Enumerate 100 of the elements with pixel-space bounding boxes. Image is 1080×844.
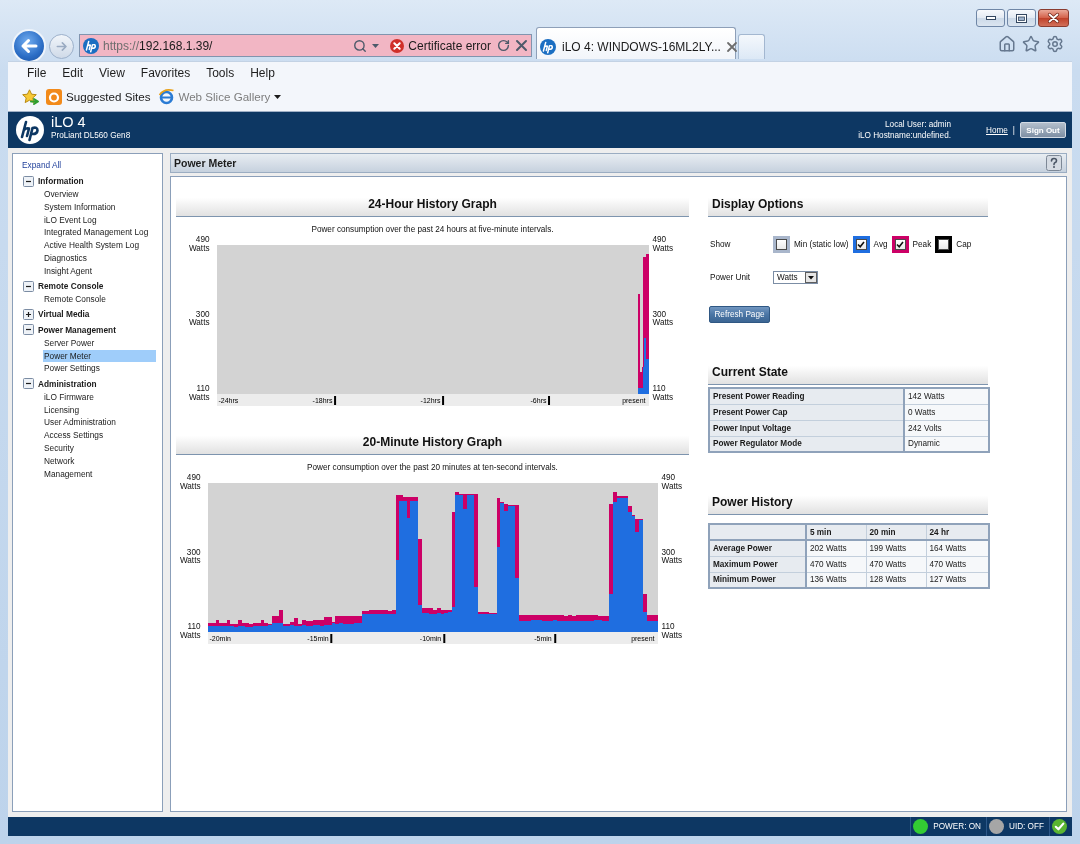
nav-item[interactable]: Access Settings: [43, 429, 156, 442]
check-icon: [896, 241, 905, 248]
nav-item[interactable]: Power Settings: [43, 362, 156, 376]
menu-item[interactable]: File: [19, 63, 55, 82]
star-icon[interactable]: [1022, 35, 1040, 53]
y-axis-label: 300 Watts: [652, 310, 675, 329]
nav-item[interactable]: Overview: [43, 188, 156, 201]
logo-icon: [16, 116, 44, 144]
close-icon[interactable]: [726, 41, 737, 52]
nav-item[interactable]: Diagnostics: [43, 252, 156, 265]
option-label: Peak: [912, 239, 932, 250]
maximize-button[interactable]: [1007, 9, 1036, 27]
check-icon: [857, 241, 866, 248]
minus-icon[interactable]: [23, 324, 34, 336]
certificate-error-button[interactable]: Certificate error: [390, 37, 491, 54]
nav-item[interactable]: Power Meter: [43, 349, 156, 363]
caret-icon: [805, 272, 817, 283]
settings-icon[interactable]: [1046, 35, 1064, 53]
server-model: ProLiant DL560 Gen8: [51, 131, 131, 141]
section-title: Power History: [712, 495, 793, 509]
nav-item[interactable]: Integrated Management Log: [43, 226, 156, 240]
favorites-link[interactable]: Suggested Sites: [46, 89, 151, 105]
status-label: POWER: ON: [933, 821, 981, 832]
tile-icon: [46, 89, 62, 105]
menu-item[interactable]: Edit: [54, 63, 92, 82]
help-icon[interactable]: [1046, 155, 1062, 171]
hostname-info: iLO Hostname:undefined.: [858, 130, 951, 141]
check-icon: [1052, 819, 1067, 834]
menu-item[interactable]: Favorites: [132, 63, 199, 82]
browser-tab[interactable]: iLO 4: WINDOWS-16ML2LY...: [536, 27, 736, 59]
back-button[interactable]: [12, 29, 46, 63]
field-label: Power Unit: [710, 272, 751, 283]
plus-icon[interactable]: [23, 308, 34, 320]
menu-item[interactable]: View: [91, 63, 133, 82]
menu-item[interactable]: Tools: [198, 63, 243, 82]
nav-item[interactable]: Licensing: [43, 403, 156, 417]
nav-group-label[interactable]: Administration: [38, 377, 97, 390]
home-icon[interactable]: [998, 35, 1016, 53]
logo-icon: [540, 38, 556, 55]
caret-icon: [274, 95, 282, 99]
logo-icon: [83, 37, 99, 54]
nav-item[interactable]: Active Health System Log: [43, 239, 156, 252]
table-cell: 142 Watts: [904, 388, 989, 404]
option-label: Avg: [873, 239, 888, 250]
star-icon[interactable]: [22, 89, 39, 105]
nav-item[interactable]: iLO Event Log: [43, 213, 156, 227]
nav-item[interactable]: Remote Console: [43, 293, 156, 306]
nav-item[interactable]: Insight Agent: [43, 264, 156, 278]
error-icon: [390, 38, 405, 53]
nav-item[interactable]: Management: [43, 467, 156, 481]
section-title: Current State: [712, 365, 788, 379]
minus-icon[interactable]: [23, 280, 34, 292]
y-axis-label: 300 Watts: [178, 548, 201, 567]
y-axis-label: 490 Watts: [178, 474, 201, 492]
nav-item[interactable]: Network: [43, 454, 156, 468]
option-label: Min (static low): [794, 239, 849, 250]
ring-icon: [159, 89, 175, 105]
product-name: iLO 4: [51, 114, 87, 130]
minimize-button[interactable]: [976, 9, 1005, 27]
close-icon[interactable]: [516, 40, 527, 51]
unit-dropdown[interactable]: Watts: [773, 271, 818, 284]
nav-group-label[interactable]: Remote Console: [38, 280, 104, 293]
close-button[interactable]: [1038, 9, 1069, 27]
y-axis-label: 490 Watts: [187, 236, 210, 254]
nav-item[interactable]: iLO Firmware: [43, 390, 156, 404]
arrow-left-icon: [20, 38, 38, 54]
link-separator: |: [1012, 124, 1015, 136]
minus-icon[interactable]: [23, 175, 34, 187]
y-axis-label: 490 Watts: [661, 474, 684, 492]
nav-group-label[interactable]: Virtual Media: [38, 308, 90, 321]
row-header: Present Power Reading: [709, 388, 904, 404]
nav-item[interactable]: Security: [43, 441, 156, 455]
maximize-icon: [1016, 13, 1027, 23]
column-header: 20 min: [866, 524, 926, 540]
y-axis-label: 110 Watts: [178, 623, 201, 641]
column-header: 5 min: [806, 524, 866, 540]
y-axis-label: 110 Watts: [652, 385, 675, 403]
y-axis-label: 300 Watts: [187, 310, 210, 329]
close-icon: [1048, 13, 1059, 23]
search-icon[interactable]: [353, 38, 368, 53]
page-title: Power Meter: [174, 156, 237, 170]
nav-item[interactable]: Server Power: [43, 336, 156, 350]
home-link[interactable]: Home: [986, 124, 1008, 136]
graph-caption: Power consumption over the past 20 minutes at ten-second intervals.: [307, 463, 558, 472]
graph-caption: Power consumption over the past 24 hours at five-minute intervals.: [311, 225, 554, 234]
field-label: Show: [710, 239, 731, 250]
minus-icon[interactable]: [23, 378, 34, 390]
column-header: 24 hr: [926, 524, 989, 540]
url-field[interactable]: https://192.168.1.39/: [103, 37, 213, 54]
refresh-icon[interactable]: [497, 39, 510, 52]
nav-item[interactable]: System Information: [43, 200, 156, 214]
nav-group-label[interactable]: Power Management: [38, 323, 116, 336]
nav-group-label[interactable]: Information: [38, 175, 84, 187]
option-label: Cap: [956, 239, 972, 250]
expand-all-link[interactable]: Expand All: [22, 159, 62, 171]
section-title: Display Options: [712, 197, 804, 211]
refresh-button[interactable]: Refresh Page: [709, 306, 770, 323]
menu-item[interactable]: Help: [242, 63, 283, 82]
nav-item[interactable]: User Administration: [43, 416, 156, 430]
y-axis-label: 300 Watts: [661, 548, 684, 567]
